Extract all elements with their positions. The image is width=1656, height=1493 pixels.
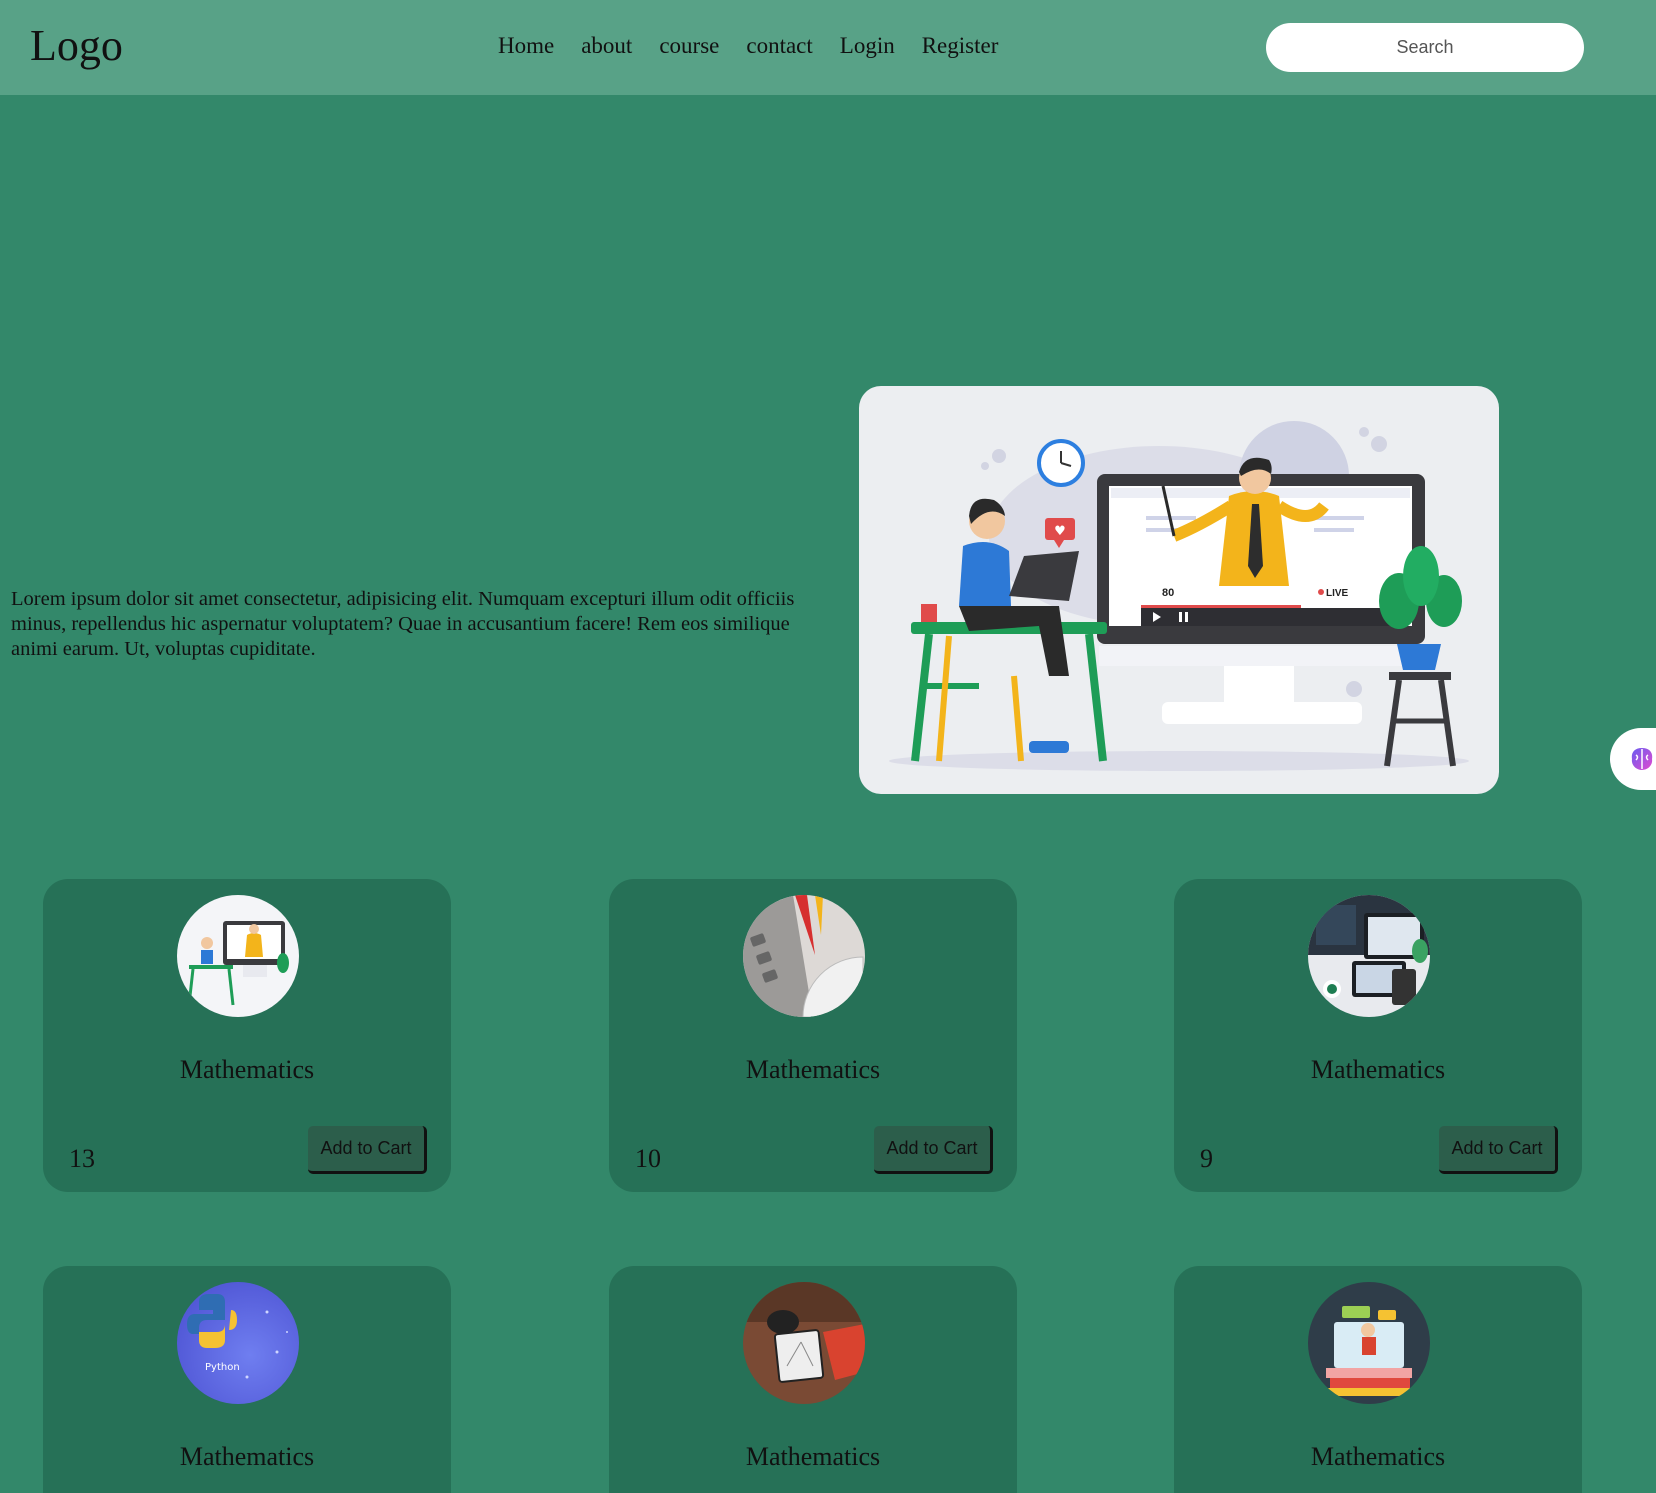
nav-link-about[interactable]: about	[581, 33, 632, 59]
viewer-count: 80	[1162, 587, 1174, 599]
nav-links: Home about course contact Login Register	[498, 33, 998, 59]
course-thumbnail	[743, 895, 865, 1017]
nav-link-contact[interactable]: contact	[746, 33, 812, 59]
course-title: Mathematics	[745, 1442, 881, 1471]
brain-icon	[1631, 748, 1653, 770]
course-thumbnail	[1308, 1282, 1430, 1404]
course-thumbnail: Python	[177, 1282, 299, 1404]
add-to-cart-button[interactable]: Add to Cart	[874, 1126, 993, 1174]
course-thumbnail	[743, 1282, 865, 1404]
course-title: Mathematics	[179, 1442, 315, 1471]
course-card: Mathematics	[609, 1266, 1017, 1493]
course-price: 9	[1200, 1144, 1213, 1173]
add-to-cart-button[interactable]: Add to Cart	[1439, 1126, 1558, 1174]
course-card: Mathematics 9 Add to Cart	[1174, 879, 1582, 1192]
course-title: Mathematics	[1310, 1055, 1446, 1084]
nav-link-course[interactable]: course	[659, 33, 719, 59]
hero-illustration: 80 LIVE ♥	[859, 386, 1499, 794]
course-title: Mathematics	[179, 1055, 315, 1084]
search-input[interactable]	[1266, 23, 1584, 72]
course-thumbnail	[177, 895, 299, 1017]
course-card: Mathematics 10 Add to Cart	[609, 879, 1017, 1192]
nav-link-login[interactable]: Login	[840, 33, 895, 59]
course-title: Mathematics	[745, 1055, 881, 1084]
nav-link-register[interactable]: Register	[922, 33, 999, 59]
navbar: Logo Home about course contact Login Reg…	[0, 0, 1656, 95]
course-price: 10	[635, 1144, 661, 1173]
svg-text:Python: Python	[205, 1362, 240, 1373]
hero-text: Lorem ipsum dolor sit amet consectetur, …	[11, 588, 795, 660]
live-label: LIVE	[1326, 588, 1349, 599]
course-thumbnail	[1308, 895, 1430, 1017]
course-card: Mathematics	[1174, 1266, 1582, 1493]
course-card: Mathematics 13 Add to Cart	[43, 879, 451, 1192]
course-price: 13	[69, 1144, 95, 1173]
add-to-cart-button[interactable]: Add to Cart	[308, 1126, 427, 1174]
side-assistant-tab[interactable]	[1610, 728, 1656, 790]
course-title: Mathematics	[1310, 1442, 1446, 1471]
svg-text:♥: ♥	[1054, 524, 1066, 539]
logo[interactable]: Logo	[30, 20, 123, 71]
course-card: Python Mathematics	[43, 1266, 451, 1493]
online-class-illustration: 80 LIVE ♥	[889, 421, 1469, 771]
nav-link-home[interactable]: Home	[498, 33, 554, 59]
